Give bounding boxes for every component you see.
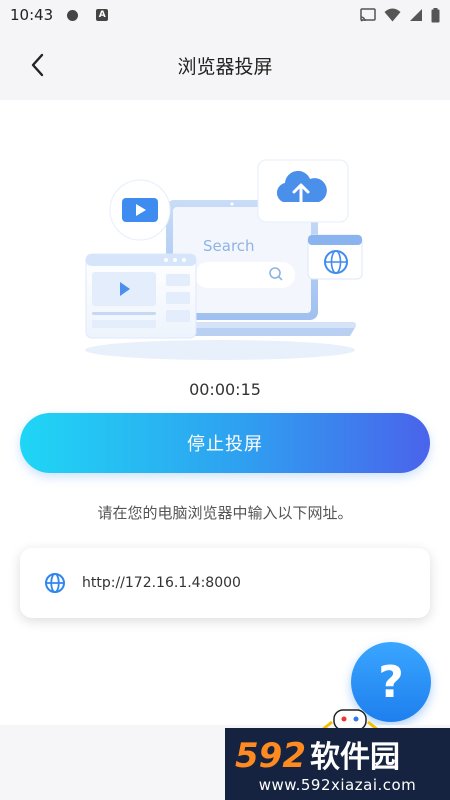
question-mark-icon: ?: [378, 656, 404, 708]
wifi-icon: [384, 8, 401, 22]
stop-cast-button[interactable]: 停止投屏: [20, 413, 430, 473]
search-placeholder: Search: [203, 237, 255, 255]
status-time: 10:43: [10, 6, 54, 24]
cast-url[interactable]: http://172.16.1.4:8000: [82, 575, 241, 591]
watermark-logo: 592 软件园: [235, 732, 400, 776]
globe-icon: [45, 573, 65, 593]
watermark-name: 软件园: [309, 740, 400, 775]
watermark-banner: 592 软件园 www.592xiazai.com: [225, 728, 450, 800]
watermark-number: 592: [235, 736, 306, 776]
status-icons: [360, 7, 440, 23]
battery-icon: [431, 7, 440, 22]
signal-icon: [410, 9, 422, 21]
watermark-site: www.592xiazai.com: [258, 776, 417, 794]
url-card[interactable]: http://172.16.1.4:8000: [20, 548, 430, 618]
app-header: 浏览器投屏: [0, 30, 450, 100]
a-badge-icon: A: [96, 9, 109, 21]
page-title: 浏览器投屏: [177, 56, 273, 78]
instruction-text: 请在您的电脑浏览器中输入以下网址。: [97, 504, 353, 522]
stop-cast-label: 停止投屏: [187, 434, 263, 455]
globe-icon: [307, 234, 363, 280]
cloud-upload-icon: [257, 159, 349, 223]
status-bar: 10:43 A: [0, 0, 450, 30]
record-dot-icon: [67, 9, 79, 21]
cast-icon: [360, 8, 376, 22]
screencast-illustration: Search: [70, 150, 370, 365]
play-icon: [109, 179, 171, 241]
cast-timer: 00:00:15: [189, 380, 261, 399]
